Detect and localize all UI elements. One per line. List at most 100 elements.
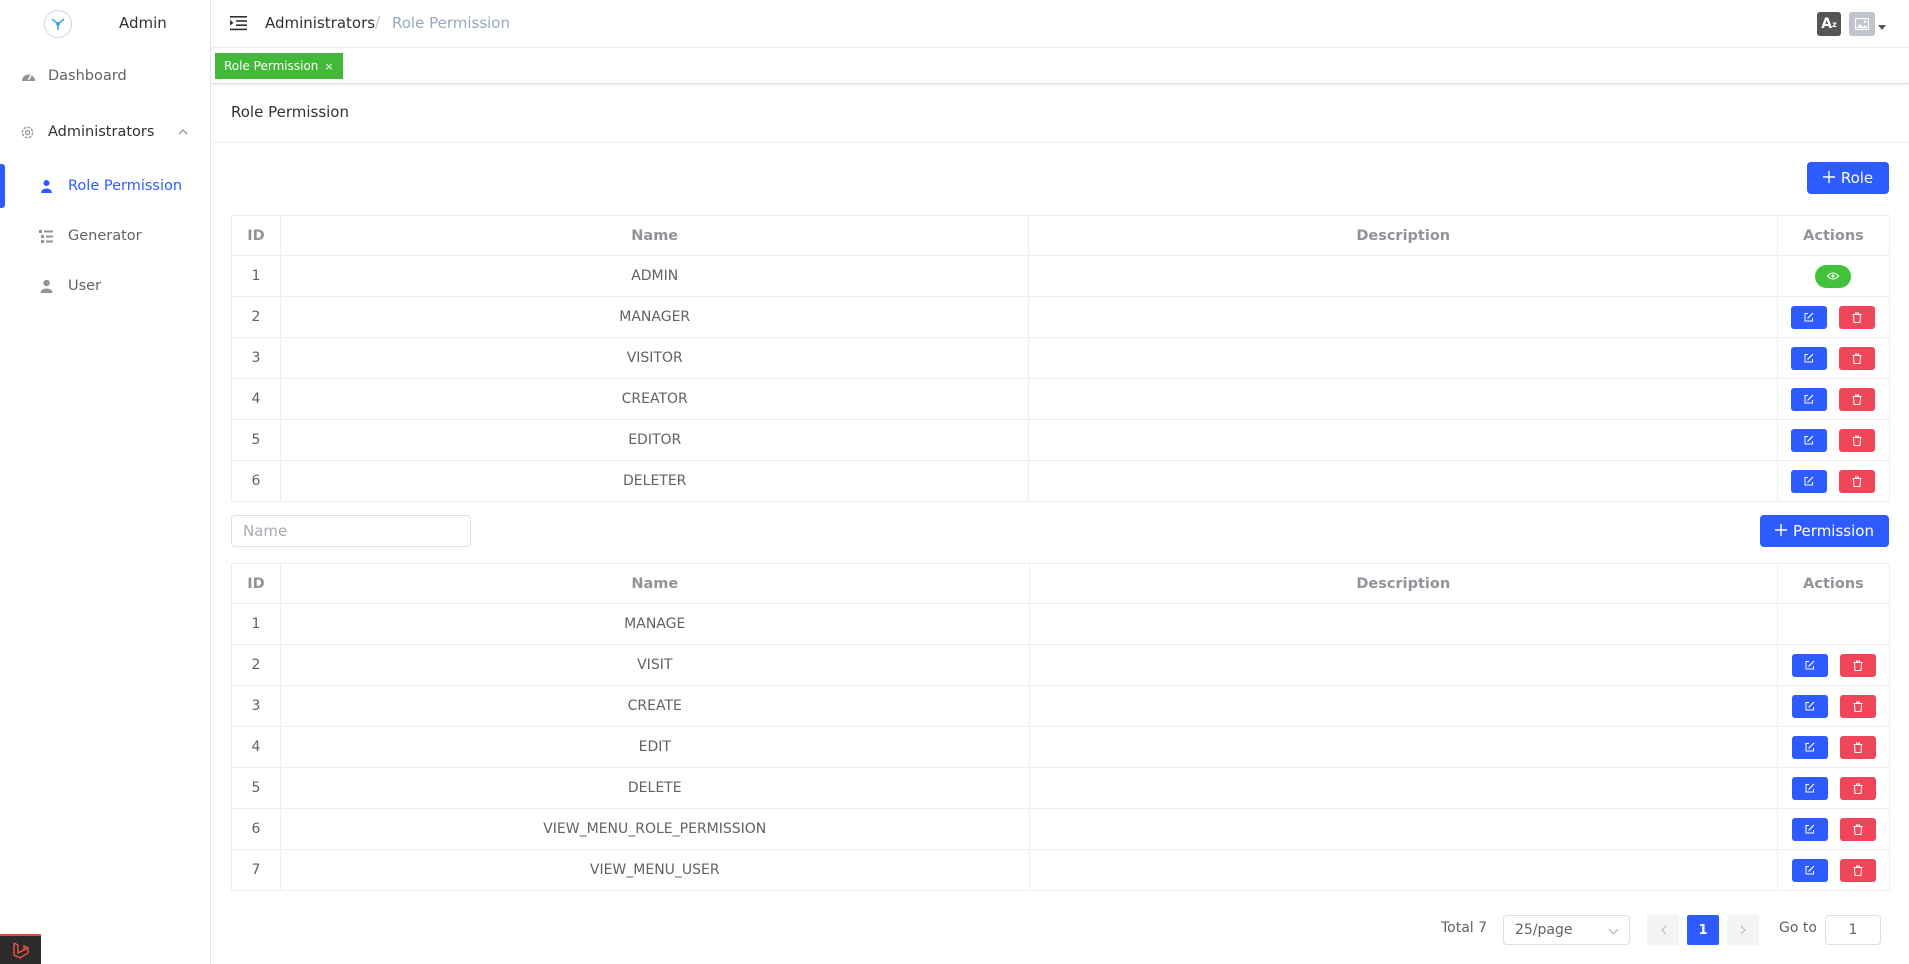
delete-button[interactable] (1839, 305, 1876, 329)
cell-name: VIEW_MENU_USER (279, 849, 1030, 891)
delete-button[interactable] (1839, 346, 1876, 370)
role-icon (38, 178, 54, 194)
breadcrumb-separator: / (375, 13, 381, 31)
cell-name: EDIT (279, 726, 1030, 768)
sidebar-item-dashboard[interactable]: Dashboard (0, 54, 211, 98)
cell-name: VIEW_MENU_ROLE_PERMISSION (279, 808, 1030, 850)
column-header-actions: Actions (1777, 563, 1890, 604)
cell-description (1028, 460, 1778, 502)
chevron-down-icon (1608, 924, 1619, 935)
view-button[interactable] (1815, 264, 1852, 288)
edit-icon (1805, 783, 1814, 793)
delete-button[interactable] (1839, 858, 1876, 882)
table-row: 5 DELETE (231, 767, 1890, 809)
trash-icon (1852, 476, 1862, 487)
cell-id: 3 (231, 337, 281, 379)
delete-button[interactable] (1839, 694, 1876, 718)
table-row: 3 VISITOR (231, 337, 1891, 379)
edit-icon (1804, 435, 1814, 445)
prev-page-button[interactable] (1647, 915, 1679, 945)
cell-name: VISITOR (279, 337, 1030, 379)
cell-description (1028, 603, 1779, 645)
table-row: 2 MANAGER (231, 296, 1891, 338)
language-icon-label: A (1821, 16, 1833, 32)
edit-button[interactable] (1791, 469, 1828, 493)
delete-button[interactable] (1839, 387, 1876, 411)
next-page-button[interactable] (1727, 915, 1759, 945)
permission-name-search-input[interactable] (231, 515, 471, 547)
cell-description (1028, 419, 1778, 461)
edit-button[interactable] (1791, 305, 1828, 329)
delete-button[interactable] (1839, 735, 1876, 759)
plus-icon (1822, 169, 1835, 187)
trash-icon (1853, 783, 1862, 794)
edit-icon (1805, 742, 1814, 752)
cell-name: DELETE (279, 767, 1030, 809)
delete-button[interactable] (1839, 428, 1876, 452)
edit-button[interactable] (1791, 694, 1828, 718)
cell-id: 6 (231, 808, 281, 850)
edit-icon (1804, 394, 1814, 404)
page-number-button[interactable]: 1 (1687, 915, 1719, 945)
laravel-logo-icon[interactable] (0, 934, 41, 964)
table-row: 6 DELETER (231, 460, 1891, 502)
cell-name: CREATE (279, 685, 1030, 727)
goto-page-input[interactable] (1825, 915, 1881, 945)
chevron-left-icon (1660, 925, 1666, 935)
cell-id: 7 (231, 849, 281, 891)
add-role-button[interactable]: Role (1807, 162, 1889, 194)
caret-down-icon[interactable] (1878, 25, 1886, 30)
cell-description (1028, 849, 1779, 891)
sidebar-item-administrators[interactable]: Administrators (0, 110, 211, 154)
cell-description (1028, 644, 1779, 686)
trash-icon (1853, 824, 1862, 835)
page-title: Role Permission (231, 103, 349, 121)
permissions-table: ID Name Description Actions 1 MANAGE 2 V… (231, 563, 1890, 891)
edit-button[interactable] (1791, 653, 1828, 677)
sidebar: Admin Dashboard Administrators Role Perm… (0, 0, 211, 964)
cell-actions (1777, 644, 1890, 686)
cell-actions (1776, 337, 1891, 379)
close-icon[interactable]: × (324, 60, 333, 73)
edit-button[interactable] (1791, 776, 1828, 800)
table-header-row: ID Name Description Actions (231, 563, 1890, 604)
roles-table: ID Name Description Actions 1 ADMIN 2 MA… (231, 215, 1891, 502)
edit-button[interactable] (1791, 346, 1828, 370)
page-size-select[interactable]: 25/page (1503, 915, 1630, 945)
delete-button[interactable] (1839, 817, 1876, 841)
edit-button[interactable] (1791, 428, 1828, 452)
sidebar-item-user[interactable]: User (0, 264, 211, 308)
tag-role-permission[interactable]: Role Permission × (215, 53, 343, 79)
cell-actions (1776, 378, 1891, 420)
delete-button[interactable] (1839, 653, 1876, 677)
edit-icon (1804, 353, 1814, 363)
delete-button[interactable] (1839, 469, 1876, 493)
language-icon[interactable]: Az (1817, 12, 1841, 36)
cell-description (1028, 337, 1778, 379)
plus-icon (1775, 522, 1788, 540)
cell-actions (1777, 726, 1890, 768)
add-permission-button[interactable]: Permission (1760, 515, 1889, 547)
trash-icon (1853, 742, 1862, 753)
cell-description (1028, 726, 1779, 768)
breadcrumb-administrators[interactable]: Administrators (265, 14, 375, 32)
table-row: 7 VIEW_MENU_USER (231, 849, 1890, 891)
table-row: 1 MANAGE (231, 603, 1890, 645)
edit-button[interactable] (1791, 387, 1828, 411)
sidebar-item-generator[interactable]: Generator (0, 214, 211, 258)
edit-button[interactable] (1791, 817, 1828, 841)
trash-icon (1852, 353, 1862, 364)
sidebar-item-role-permission[interactable]: Role Permission (0, 164, 211, 208)
delete-button[interactable] (1839, 776, 1876, 800)
sidebar-item-label: User (68, 278, 102, 294)
avatar[interactable] (1849, 12, 1875, 36)
column-header-id: ID (231, 215, 281, 256)
sidebar-item-label: Role Permission (68, 178, 183, 194)
cell-description (1028, 378, 1778, 420)
cell-name: ADMIN (279, 255, 1030, 297)
sidebar-item-label: Generator (68, 228, 142, 244)
edit-button[interactable] (1791, 735, 1828, 759)
cell-actions (1777, 849, 1890, 891)
edit-button[interactable] (1791, 858, 1828, 882)
sidebar-toggle-icon[interactable] (230, 15, 248, 33)
